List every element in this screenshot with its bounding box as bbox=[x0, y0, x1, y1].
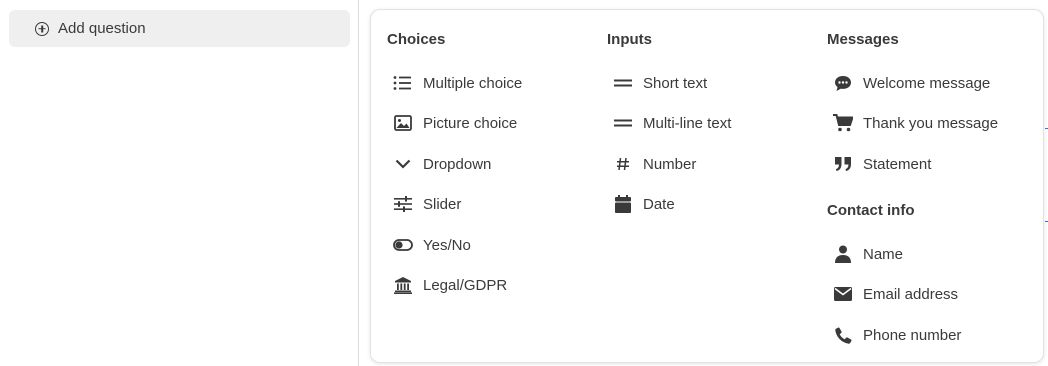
choices-section-title: Choices bbox=[387, 31, 446, 48]
envelope-icon bbox=[833, 284, 853, 304]
menu-item-welcome-message[interactable]: Welcome message bbox=[827, 68, 1032, 98]
menu-item-label: Multiple choice bbox=[423, 74, 523, 92]
menu-item-number[interactable]: Number bbox=[607, 149, 812, 179]
menu-item-yes-no[interactable]: Yes/No bbox=[387, 230, 592, 260]
menu-item-label: Date bbox=[643, 195, 675, 213]
chevron-down-icon bbox=[393, 154, 413, 174]
person-icon bbox=[833, 244, 853, 264]
cart-icon bbox=[833, 113, 853, 133]
add-question-button[interactable]: Add question bbox=[9, 10, 350, 47]
inputs-section-title: Inputs bbox=[607, 31, 652, 48]
menu-item-slider[interactable]: Slider bbox=[387, 189, 592, 219]
left-panel: Add question bbox=[0, 0, 359, 366]
quote-icon bbox=[833, 154, 853, 174]
chat-bubble-icon bbox=[833, 73, 853, 93]
slider-icon bbox=[393, 194, 413, 214]
menu-item-dropdown[interactable]: Dropdown bbox=[387, 149, 592, 179]
calendar-icon bbox=[613, 194, 633, 214]
menu-item-short-text[interactable]: Short text bbox=[607, 68, 812, 98]
menu-item-label: Welcome message bbox=[863, 74, 991, 92]
plus-circle-icon bbox=[35, 21, 49, 36]
menu-item-thank-you-message[interactable]: Thank you message bbox=[827, 108, 1032, 138]
menu-item-date[interactable]: Date bbox=[607, 189, 812, 219]
menu-item-label: Dropdown bbox=[423, 155, 492, 173]
menu-item-label: Number bbox=[643, 155, 697, 173]
menu-item-label: Phone number bbox=[863, 326, 962, 344]
menu-item-label: Thank you message bbox=[863, 114, 999, 132]
menu-item-multiple-choice[interactable]: Multiple choice bbox=[387, 68, 592, 98]
add-question-label: Add question bbox=[58, 20, 146, 37]
menu-item-label: Yes/No bbox=[423, 236, 471, 254]
menu-item-name[interactable]: Name bbox=[827, 239, 1032, 269]
toggle-icon bbox=[393, 235, 413, 255]
image-icon bbox=[393, 113, 413, 133]
question-type-menu: Choices Multiple choice Picture choice D… bbox=[370, 9, 1044, 363]
menu-item-statement[interactable]: Statement bbox=[827, 149, 1032, 179]
menu-item-email-address[interactable]: Email address bbox=[827, 279, 1032, 309]
menu-item-label: Slider bbox=[423, 195, 462, 213]
hash-icon bbox=[613, 154, 633, 174]
menu-item-label: Legal/GDPR bbox=[423, 276, 508, 294]
menu-item-label: Short text bbox=[643, 74, 708, 92]
menu-item-label: Name bbox=[863, 245, 904, 263]
menu-item-label: Email address bbox=[863, 285, 959, 303]
phone-icon bbox=[833, 325, 853, 345]
bank-icon bbox=[393, 275, 413, 295]
list-icon bbox=[393, 73, 413, 93]
menu-item-label: Statement bbox=[863, 155, 932, 173]
messages-section-title: Messages bbox=[827, 31, 899, 48]
menu-item-multi-line-text[interactable]: Multi-line text bbox=[607, 108, 812, 138]
multiline-text-icon bbox=[613, 113, 633, 133]
menu-item-phone-number[interactable]: Phone number bbox=[827, 320, 1032, 350]
menu-item-label: Multi-line text bbox=[643, 114, 732, 132]
menu-item-legal-gdpr[interactable]: Legal/GDPR bbox=[387, 270, 592, 300]
contact-info-section-title: Contact info bbox=[827, 202, 915, 219]
menu-item-label: Picture choice bbox=[423, 114, 518, 132]
menu-item-picture-choice[interactable]: Picture choice bbox=[387, 108, 592, 138]
short-text-icon bbox=[613, 73, 633, 93]
